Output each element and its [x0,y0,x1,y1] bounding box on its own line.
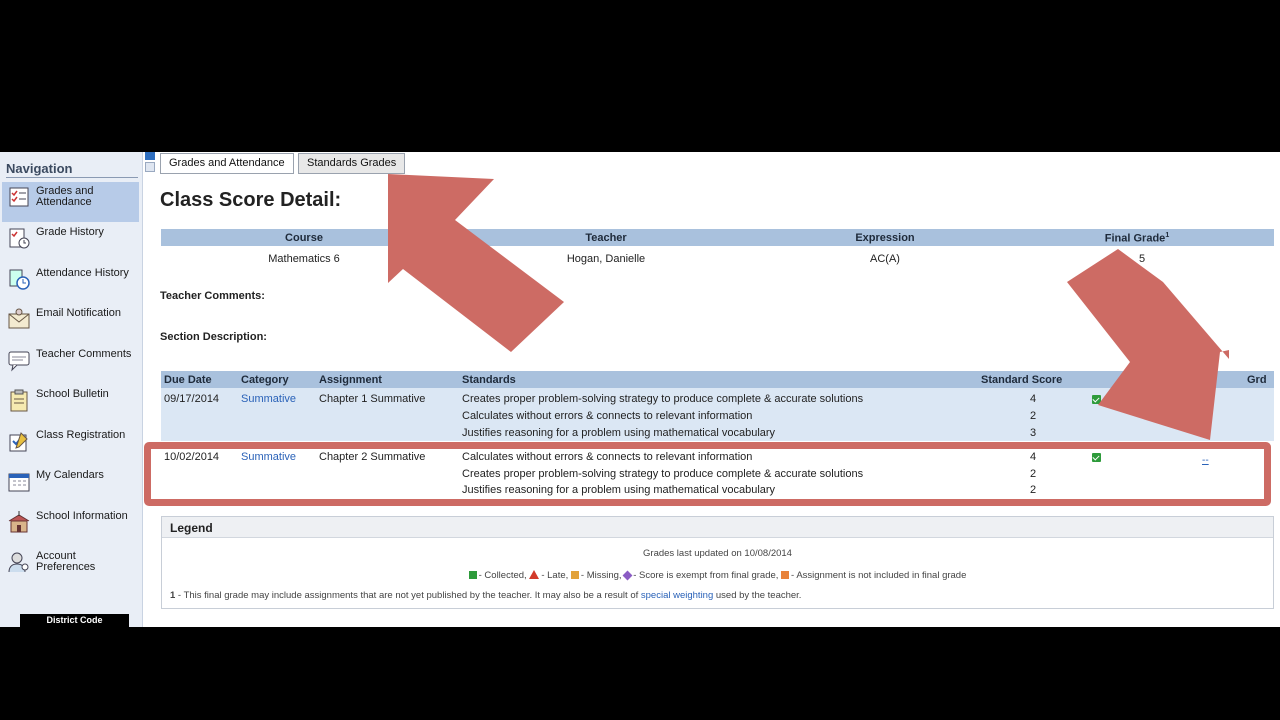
nav-item-grade-history[interactable]: Grade History [2,223,139,263]
final-grade-value: 5 [1138,253,1146,265]
nav-item-school-information[interactable]: School Information [2,507,139,547]
page-title: Class Score Detail: [160,189,342,211]
expression-header-text: Expression [855,232,915,244]
nav-label-school-bulletin: School Bulletin [36,388,109,400]
sidebar-collapse-toggle[interactable] [144,152,155,174]
final-grade-footnote: 1 [1165,232,1170,239]
grades-attendance-icon [9,187,29,207]
expression-header: Expression [855,232,914,244]
teacher-comments-label: Teacher Comments: [160,290,265,302]
standard-score-cell: 3 [1030,427,1037,439]
arrow-to-standards-tab [388,174,564,352]
standard-cell: Justifies reasoning for a problem using … [462,427,776,439]
expression-value: AC(A) [870,253,900,265]
nav-divider [6,177,138,178]
standards-header: Standards [462,374,516,386]
nav-item-my-calendars[interactable]: My Calendars [2,466,139,506]
standard-score-cell: 4 [1030,393,1037,405]
attendance-history-icon [9,269,30,290]
note-text: - This final grade may include assignmen… [175,590,641,601]
nav-item-email-notification[interactable]: Email Notification [2,304,139,344]
legend-late: - Late, [541,570,569,581]
late-icon [529,570,540,579]
nav-item-attendance-history[interactable]: Attendance History [2,264,139,304]
nav-title: Navigation [6,161,73,176]
legend-panel: Legend Grades last updated on 10/08/2014… [161,516,1274,609]
legend-key-line: - Collected, - Late, - Missing, - Score … [162,570,1273,581]
standard-cell: Calculates without errors & connects to … [462,410,753,422]
school-icon [8,511,30,533]
nav-label-my-calendars: My Calendars [36,469,104,481]
nav-label-class-registration: Class Registration [36,429,126,441]
grd-header: Grd [1247,374,1267,386]
annotation-highlight-box [144,442,1271,506]
standard-score-header: Standard Score [981,374,1063,386]
category-header: Category [241,374,289,386]
nav-label-attendance-history: Attendance History [36,267,129,279]
course-value: Mathematics 6 [268,253,340,265]
not-included-icon [781,571,790,579]
section-description-label: Section Description: [160,331,267,343]
grade-history-icon [9,228,30,249]
special-weighting-link[interactable]: special weighting [641,590,713,601]
legend-collected: - Collected, [478,570,527,581]
standard-score-cell: 2 [1030,410,1037,422]
nav-label-email-notification: Email Notification [36,307,121,319]
table-row: 09/17/2014 Summative Chapter 1 Summative… [161,388,1274,441]
due-date-header: Due Date [164,374,212,386]
district-code-button[interactable]: District Code [20,614,129,627]
teacher-value: Hogan, Danielle [566,253,646,265]
nav-item-account-preferences[interactable]: Account Preferences [2,547,139,587]
nav-item-grades-attendance[interactable]: Grades and Attendance [2,182,139,222]
due-date-cell: 09/17/2014 [164,393,220,405]
missing-icon [570,571,579,579]
teacher-header: Teacher [585,232,627,244]
nav-item-teacher-comments[interactable]: Teacher Comments [2,345,139,385]
legend-header: Legend [162,517,1273,538]
final-grade-header-text: Final Grade [1104,232,1166,245]
legend-not-included: - Assignment is not included in final gr… [791,570,967,581]
note-end: used by the teacher. [713,590,802,601]
collected-icon [468,571,477,579]
class-table-header: Course Teacher Expression Final Grade1 [161,229,1274,246]
legend-title: Legend [170,521,213,535]
tab-grades-and-attendance[interactable]: Grades and Attendance [160,153,294,174]
nav-item-school-bulletin[interactable]: School Bulletin [2,385,139,425]
nav-label-school-information: School Information [36,510,128,522]
registration-icon [9,432,28,452]
nav-label-grade-history: Grade History [36,226,104,238]
assignments-table-header: Due Date Category Assignment Standards S… [161,371,1274,388]
navigation-sidebar: Navigation Grades and Attendance Grade H… [0,152,143,627]
standard-cell: Creates proper problem-solving strategy … [462,393,864,405]
final-grade-header: Final Grade1 [1105,232,1169,245]
nav-label-account-preferences: Account Preferences [36,550,96,573]
grades-updated-text: Grades last updated on 10/08/2014 [643,548,792,559]
preferences-icon [8,552,29,573]
exempt-icon [622,570,633,581]
comments-icon [8,351,30,372]
legend-missing: - Missing, [580,570,622,581]
legend-exempt: - Score is exempt from final grade, [633,570,779,581]
assignment-header: Assignment [319,374,382,386]
tab-standards-grades[interactable]: Standards Grades [298,153,406,174]
final-grade-note: 1 - This final grade may include assignm… [170,590,801,601]
course-header: Course [285,232,323,244]
nav-label-teacher-comments: Teacher Comments [36,348,132,360]
category-link[interactable]: Summative [241,393,296,405]
nav-item-class-registration[interactable]: Class Registration [2,426,139,466]
nav-label-grades-attendance: Grades and Attendance [36,185,94,208]
portal-screen: Navigation Grades and Attendance Grade H… [0,152,1280,627]
collapse-left-icon [145,162,155,172]
collapse-up-icon [145,152,155,160]
collected-check-icon [1092,395,1101,404]
assignment-cell: Chapter 1 Summative [319,393,426,405]
bulletin-icon [10,389,28,412]
calendar-icon [8,473,30,492]
email-icon [8,308,30,329]
